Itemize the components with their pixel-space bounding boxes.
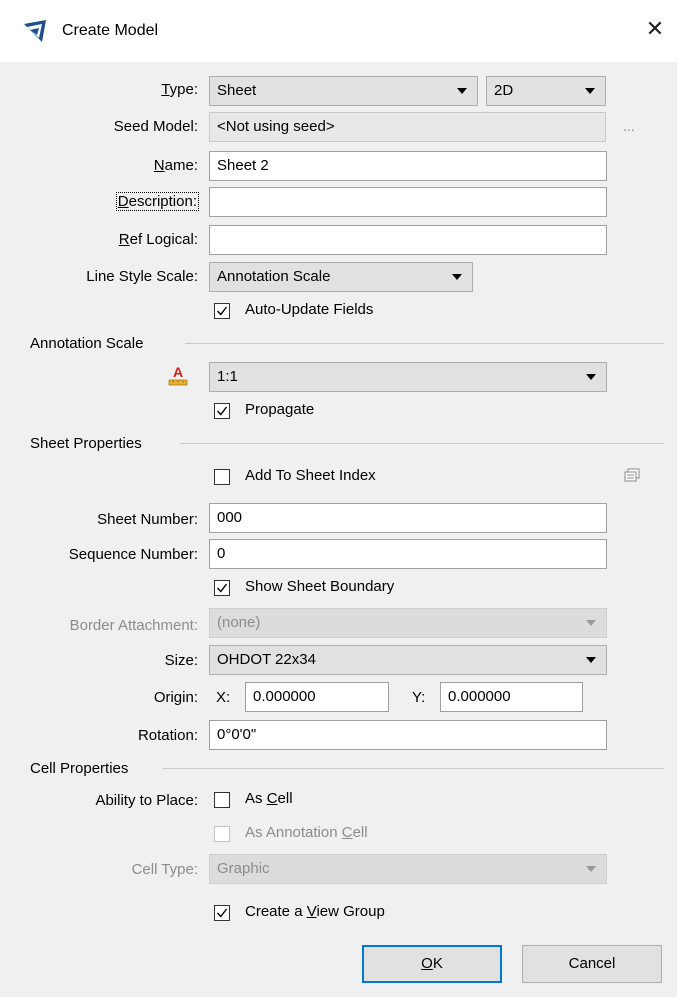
propagate-checkbox[interactable]	[214, 403, 230, 419]
seed-browse-button[interactable]: ...	[623, 118, 635, 134]
window-title: Create Model	[62, 22, 159, 39]
section-divider	[185, 343, 664, 344]
origin-x-input[interactable]: 0.000000	[245, 682, 389, 712]
border-attachment-label: Border Attachment:	[69, 617, 198, 634]
sequence-number-label: Sequence Number:	[68, 546, 198, 563]
as-annotation-cell-checkbox	[214, 826, 230, 842]
seed-model-label: Seed Model:	[113, 118, 198, 135]
name-label: Name:	[153, 157, 198, 174]
rotation-label: Rotation:	[137, 727, 198, 744]
create-view-group-checkbox[interactable]	[214, 905, 230, 921]
origin-label: Origin:	[153, 689, 198, 706]
ref-logical-input[interactable]	[209, 225, 607, 255]
show-sheet-boundary-checkbox[interactable]	[214, 580, 230, 596]
sheet-properties-section-title: Sheet Properties	[30, 435, 142, 452]
sheet-number-label: Sheet Number:	[97, 511, 198, 528]
seed-model-field: <Not using seed>	[209, 112, 606, 142]
annotation-scale-icon: A	[166, 364, 190, 388]
ok-button[interactable]: OK	[362, 945, 502, 983]
annotation-scale-section-title: Annotation Scale	[30, 335, 144, 352]
ability-to-place-label: Ability to Place:	[95, 792, 198, 809]
section-divider	[163, 768, 664, 769]
cell-type-label: Cell Type:	[131, 861, 198, 878]
window-left-edge	[0, 62, 12, 997]
as-cell-label: As Cell	[245, 790, 293, 807]
add-to-sheet-index-checkbox[interactable]	[214, 469, 230, 485]
app-icon	[22, 18, 48, 44]
as-cell-checkbox[interactable]	[214, 792, 230, 808]
auto-update-checkbox[interactable]	[214, 303, 230, 319]
sheet-index-icon[interactable]	[622, 467, 642, 485]
close-icon[interactable]: ✕	[640, 14, 670, 44]
dimension-dropdown[interactable]: 2D	[486, 76, 606, 106]
sheet-number-input[interactable]: 000	[209, 503, 607, 533]
type-dropdown[interactable]: Sheet	[209, 76, 478, 106]
origin-y-input[interactable]: 0.000000	[440, 682, 583, 712]
sequence-number-input[interactable]: 0	[209, 539, 607, 569]
add-to-sheet-index-label: Add To Sheet Index	[245, 467, 376, 484]
origin-x-label: X:	[216, 689, 231, 706]
type-label: Type:	[161, 81, 198, 98]
origin-y-label: Y:	[412, 689, 426, 706]
description-input[interactable]	[209, 187, 607, 217]
cancel-button[interactable]: Cancel	[522, 945, 662, 983]
rotation-input[interactable]: 0°0'0"	[209, 720, 607, 750]
ref-logical-label: Ref Logical:	[118, 231, 198, 248]
cell-type-dropdown: Graphic	[209, 854, 607, 884]
line-style-scale-dropdown[interactable]: Annotation Scale	[209, 262, 473, 292]
name-input[interactable]: Sheet 2	[209, 151, 607, 181]
propagate-label: Propagate	[245, 401, 315, 418]
line-style-scale-label: Line Style Scale:	[86, 268, 198, 285]
size-label: Size:	[164, 652, 198, 669]
border-attachment-dropdown: (none)	[209, 608, 607, 638]
description-label: Description:	[115, 192, 200, 211]
show-sheet-boundary-label: Show Sheet Boundary	[245, 578, 395, 595]
svg-text:A: A	[173, 364, 183, 380]
auto-update-label: Auto-Update Fields	[245, 301, 374, 318]
size-dropdown[interactable]: OHDOT 22x34	[209, 645, 607, 675]
section-divider	[180, 443, 664, 444]
create-view-group-label: Create a View Group	[245, 903, 385, 920]
annotation-scale-dropdown[interactable]: 1:1	[209, 362, 607, 392]
cell-properties-section-title: Cell Properties	[30, 760, 129, 777]
as-annotation-cell-label: As Annotation Cell	[245, 824, 368, 841]
